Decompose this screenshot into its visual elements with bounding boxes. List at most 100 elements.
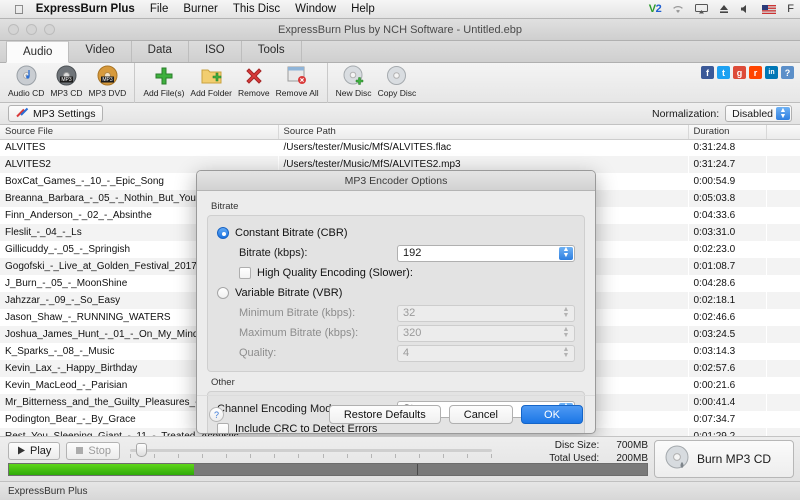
cell-duration: 0:07:34.7 xyxy=(693,414,736,425)
max-bitrate-stepper-icon[interactable]: ▲ ▼ xyxy=(559,326,573,340)
volume-icon[interactable] xyxy=(740,4,751,14)
burn-mp3-cd-button[interactable]: Burn MP3 CD xyxy=(654,440,794,478)
toolbar-add-folder-button[interactable]: Add Folder xyxy=(187,63,235,98)
restore-defaults-button[interactable]: Restore Defaults xyxy=(328,405,441,424)
bitrate-value: 192 xyxy=(403,247,422,259)
wifi-icon[interactable] xyxy=(672,5,684,14)
high-quality-checkbox[interactable] xyxy=(239,267,251,279)
table-row[interactable]: ALVITES/Users/tester/Music/MfS/ALVITES.f… xyxy=(0,139,800,156)
apple-icon[interactable]:  xyxy=(14,3,24,16)
tab-video[interactable]: Video xyxy=(69,40,132,62)
dialog-help-button[interactable]: ? xyxy=(209,407,224,422)
v2-icon[interactable]: V2 xyxy=(649,3,662,15)
disc-usage-fill xyxy=(9,464,195,475)
cbr-radio[interactable] xyxy=(217,227,229,239)
cell-duration: 0:31:24.8 xyxy=(693,142,736,154)
bitrate-stepper-icon[interactable]: ▲ ▼ xyxy=(559,246,573,260)
social-links: f t g r in ? xyxy=(701,66,794,79)
tab-iso[interactable]: ISO xyxy=(189,40,242,62)
vbr-radio[interactable] xyxy=(217,287,229,299)
facebook-icon[interactable]: f xyxy=(701,66,714,79)
tab-tools[interactable]: Tools xyxy=(242,40,302,62)
help-icon[interactable]: ? xyxy=(781,66,794,79)
mp3-settings-button[interactable]: MP3 Settings xyxy=(8,105,104,122)
column-header-source-path[interactable]: Source Path xyxy=(278,125,689,140)
mp3-cd-icon: MP3 xyxy=(56,65,77,87)
play-label: Play xyxy=(30,444,52,457)
twitter-icon[interactable]: t xyxy=(717,66,730,79)
finder-icon[interactable]: F xyxy=(787,3,794,15)
cell-duration: 0:03:31.0 xyxy=(693,227,736,238)
window-title: ExpressBurn Plus by NCH Software - Untit… xyxy=(278,23,522,36)
cell-extra xyxy=(766,207,800,224)
settings-row: MP3 Settings Normalization: Disabled ▲ ▼ xyxy=(0,103,800,125)
ok-button[interactable]: OK xyxy=(521,405,583,424)
cell-duration: 0:04:28.6 xyxy=(693,278,736,289)
toolbar-remove-button[interactable]: Remove xyxy=(235,63,273,98)
cell-duration: 0:03:14.3 xyxy=(693,346,736,357)
reddit-icon[interactable]: r xyxy=(749,66,762,79)
quality-stepper-icon[interactable]: ▲ ▼ xyxy=(559,346,573,360)
cell-extra xyxy=(766,309,800,326)
toolbar-audio-cd-button[interactable]: Audio CD xyxy=(5,63,47,98)
airplay-icon[interactable] xyxy=(695,4,709,14)
menu-item-file[interactable]: File xyxy=(150,3,169,15)
cell-extra xyxy=(766,292,800,309)
toolbar-add-folder-label: Add Folder xyxy=(190,87,232,98)
stop-icon xyxy=(76,447,84,454)
toolbar-mp3-dvd-label: MP3 DVD xyxy=(88,87,127,98)
us-flag-icon[interactable] xyxy=(762,4,777,14)
status-bar: ExpressBurn Plus xyxy=(0,481,800,500)
cell-duration: 0:04:33.6 xyxy=(693,210,736,221)
wrench-screwdriver-icon xyxy=(16,107,29,121)
eject-icon[interactable] xyxy=(719,4,729,14)
bitrate-input[interactable]: 192 ▲ ▼ xyxy=(397,244,575,262)
copy-disc-icon xyxy=(386,65,407,87)
toolbar-new-disc-button[interactable]: New Disc xyxy=(333,63,375,98)
bitrate-group: Constant Bitrate (CBR) Bitrate (kbps): 1… xyxy=(207,215,585,372)
cell-duration: 0:02:23.0 xyxy=(693,244,736,255)
menu-item-window[interactable]: Window xyxy=(295,3,336,15)
toolbar-remove-all-button[interactable]: Remove All xyxy=(273,63,322,98)
seek-knob[interactable] xyxy=(136,442,148,457)
toolbar-copy-disc-button[interactable]: Copy Disc xyxy=(375,63,420,98)
bitrate-field-row: Bitrate (kbps): 192 ▲ ▼ xyxy=(217,243,575,263)
play-button[interactable]: Play xyxy=(8,441,61,460)
svg-text:MP3: MP3 xyxy=(61,77,72,83)
cbr-radio-row[interactable]: Constant Bitrate (CBR) xyxy=(217,223,575,243)
toolbar-mp3-cd-button[interactable]: MP3 MP3 CD xyxy=(47,63,85,98)
seek-track xyxy=(130,448,492,452)
cell-extra xyxy=(766,394,800,411)
seek-slider[interactable] xyxy=(130,442,492,460)
mp3-settings-label: MP3 Settings xyxy=(33,107,96,120)
menu-app-name[interactable]: ExpressBurn Plus xyxy=(36,3,135,15)
googleplus-icon[interactable]: g xyxy=(733,66,746,79)
max-bitrate-input[interactable]: 320 ▲ ▼ xyxy=(397,324,575,342)
min-bitrate-stepper-icon[interactable]: ▲ ▼ xyxy=(559,306,573,320)
cell-duration: 0:03:24.5 xyxy=(693,329,736,340)
min-bitrate-input[interactable]: 32 ▲ ▼ xyxy=(397,304,575,322)
column-header-source-file[interactable]: Source File xyxy=(0,125,279,140)
menu-item-burner[interactable]: Burner xyxy=(183,3,218,15)
cell-duration: 0:00:54.9 xyxy=(693,176,736,187)
tab-audio[interactable]: Audio xyxy=(6,41,70,63)
dialog-buttons: Restore Defaults Cancel OK xyxy=(328,405,583,424)
vbr-radio-row[interactable]: Variable Bitrate (VBR) xyxy=(217,283,575,303)
linkedin-icon[interactable]: in xyxy=(765,66,778,79)
menu-item-help[interactable]: Help xyxy=(351,3,375,15)
hq-row[interactable]: High Quality Encoding (Slower): xyxy=(217,263,575,283)
toolbar-mp3-dvd-button[interactable]: MP3 MP3 DVD xyxy=(86,63,130,98)
menu-item-this-disc[interactable]: This Disc xyxy=(233,3,280,15)
stop-button[interactable]: Stop xyxy=(66,441,121,460)
cell-extra xyxy=(766,190,800,207)
quality-input[interactable]: 4 ▲ ▼ xyxy=(397,344,575,362)
column-header-extra[interactable] xyxy=(766,125,800,140)
column-header-duration[interactable]: Duration xyxy=(688,125,767,140)
toolbar-add-files-button[interactable]: Add File(s) xyxy=(140,63,187,98)
add-folder-icon xyxy=(201,65,222,87)
cell-duration: 0:00:21.6 xyxy=(693,380,736,391)
cancel-button[interactable]: Cancel xyxy=(448,405,513,424)
tab-data[interactable]: Data xyxy=(132,40,189,62)
normalization-select[interactable]: Disabled ▲ ▼ xyxy=(725,105,792,122)
bitrate-label: Bitrate (kbps): xyxy=(239,247,308,259)
